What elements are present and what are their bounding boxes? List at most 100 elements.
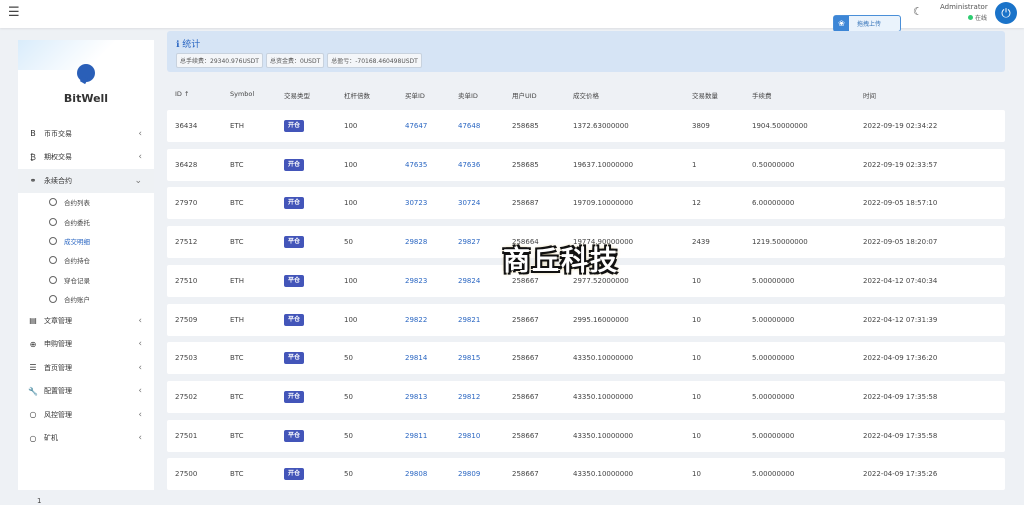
sidebar-subitem-trade-details[interactable]: 成交明细 [18, 231, 154, 250]
header-col-symbol: Symbol [230, 90, 255, 98]
cell-col-sell-order-id[interactable]: 47636 [458, 161, 480, 169]
sidebar-item-spot-trading[interactable]: B 币币交易 ‹ [18, 122, 154, 146]
sidebar-nav: B 币币交易 ‹ ₿ 期权交易 ‹ ⚭ 永续合约 ⌄ 合约列表 合约委托 成交明… [18, 122, 154, 450]
hamburger-icon[interactable]: ☰ [8, 5, 20, 20]
sidebar-item-subscription-management[interactable]: ⊕ 申购管理 ‹ [18, 332, 154, 356]
chevron-down-icon: ⌄ [134, 175, 142, 186]
cell-col-sell-order-id[interactable]: 29821 [458, 316, 480, 324]
sidebar-item-label: 申购管理 [44, 340, 72, 349]
sidebar-item-config-management[interactable]: 🔧 配置管理 ‹ [18, 379, 154, 403]
online-dot-icon [968, 15, 973, 20]
sidebar-item-perpetual-contracts[interactable]: ⚭ 永续合约 ⌄ [18, 169, 154, 193]
cell-col-fee: 1904.50000000 [752, 122, 808, 130]
circle-icon [49, 275, 57, 284]
sidebar-item-label: 风控管理 [44, 410, 72, 419]
upload-label: 拖拽上传 [857, 21, 882, 28]
cell-col-symbol: BTC [230, 354, 244, 363]
circle-icon [49, 198, 57, 207]
cell-col-buy-order-id[interactable]: 47647 [405, 122, 427, 130]
cell-col-symbol: BTC [230, 470, 244, 479]
sidebar-subitem-contract-list[interactable]: 合约列表 [18, 193, 154, 212]
table-row: 27509 ETH 平仓 100 29822 29821 258667 2995.160000… [167, 303, 1005, 336]
sidebar-item-risk-management[interactable]: ○ 风控管理 ‹ [18, 403, 154, 427]
cell-col-time: 2022-09-05 18:20:07 [863, 238, 938, 247]
cell-col-symbol: BTC [230, 199, 244, 208]
cell-col-id: 36428 [175, 160, 198, 169]
sidebar-page-number[interactable]: 1 [37, 497, 41, 505]
sidebar-subitem-contract-positions[interactable]: 合约持仓 [18, 251, 154, 270]
cell-col-quantity: 10 [692, 431, 701, 440]
cell-col-price: 1372.63000000 [573, 122, 629, 130]
drag-upload-button[interactable]: ❀ 拖拽上传 [833, 15, 901, 32]
chevron-left-icon: ‹ [138, 128, 142, 139]
sidebar-item-options-trading[interactable]: ₿ 期权交易 ‹ [18, 146, 154, 170]
table-row: 27503 BTC 平仓 50 29814 29815 258667 43350.100000… [167, 342, 1005, 375]
options-icon: ₿ [30, 152, 36, 162]
cell-col-id: 27509 [175, 315, 198, 324]
trade-type-badge: 平仓 [284, 313, 305, 326]
cell-col-id: 36434 [175, 122, 198, 130]
cell-col-price: 19637.10000000 [573, 160, 634, 169]
cell-col-sell-order-id[interactable]: 47648 [458, 122, 480, 130]
cell-col-price: 43350.10000000 [573, 470, 634, 479]
cell-col-buy-order-id[interactable]: 47635 [405, 161, 427, 169]
cell-col-user-uid: 258667 [512, 470, 539, 479]
cell-col-buy-order-id[interactable]: 29822 [405, 316, 427, 324]
cell-col-buy-order-id[interactable]: 29814 [405, 354, 427, 362]
cell-col-leverage: 50 [344, 470, 353, 479]
header-col-id[interactable]: ID ↑ [175, 90, 189, 98]
cell-col-buy-order-id[interactable]: 29828 [405, 238, 427, 246]
article-icon: ▤ [29, 316, 37, 326]
cell-col-leverage: 50 [344, 392, 353, 401]
cell-col-buy-order-id[interactable]: 30723 [405, 199, 427, 207]
trade-type-badge: 开仓 [284, 390, 305, 403]
cell-col-buy-order-id[interactable]: 29813 [405, 393, 427, 401]
cell-col-fee: 5.00000000 [752, 315, 795, 324]
sidebar-subitem-contract-account[interactable]: 合约账户 [18, 289, 154, 308]
cell-col-buy-order-id[interactable]: 29808 [405, 470, 427, 478]
cell-col-leverage: 50 [344, 354, 353, 363]
sidebar-subitem-liquidation-records[interactable]: 穿仓记录 [18, 270, 154, 289]
sidebar-item-label: 期权交易 [44, 153, 72, 162]
moon-icon[interactable]: ☾ [913, 5, 923, 18]
sidebar-subitem-label: 穿仓记录 [64, 276, 90, 285]
cell-col-sell-order-id[interactable]: 29815 [458, 354, 480, 362]
cell-col-symbol: ETH [230, 315, 244, 324]
cell-col-sell-order-id[interactable]: 29824 [458, 277, 480, 285]
trade-type-badge: 平仓 [284, 429, 305, 442]
cell-col-sell-order-id[interactable]: 29812 [458, 393, 480, 401]
sidebar-item-article-management[interactable]: ▤ 文章管理 ‹ [18, 309, 154, 333]
power-icon[interactable]: ⏻ [995, 2, 1017, 24]
cell-col-user-uid: 258685 [512, 160, 539, 169]
sidebar-subitem-contract-orders[interactable]: 合约委托 [18, 212, 154, 231]
chevron-left-icon: ‹ [138, 409, 142, 420]
cell-col-sell-order-id[interactable]: 29809 [458, 470, 480, 478]
cell-col-symbol: ETH [230, 276, 244, 285]
brand-name: BitWell [63, 92, 109, 105]
cell-col-price: 19709.10000000 [573, 199, 634, 208]
cell-col-id: 27501 [175, 431, 198, 440]
cell-col-time: 2022-04-09 17:35:26 [863, 470, 938, 479]
header-col-quantity: 交易数量 [692, 92, 718, 100]
cell-col-user-uid: 258667 [512, 392, 539, 401]
cell-col-user-uid: 258667 [512, 431, 539, 440]
table-row: 27501 BTC 平仓 50 29811 29810 258667 43350.100000… [167, 419, 1005, 452]
table-row: 36434 ETH 开仓 100 47647 47648 258685 1372.630000… [167, 110, 1005, 142]
cell-col-leverage: 50 [344, 238, 353, 247]
cell-col-quantity: 2439 [692, 238, 710, 247]
sidebar-item-homepage-management[interactable]: ☰ 首页管理 ‹ [18, 356, 154, 380]
sidebar-item-mining[interactable]: ○ 矿机 ‹ [18, 426, 154, 450]
stat-total-pnl: 总盈亏：-70168.460498USDT [327, 53, 422, 68]
cell-col-price: 2995.16000000 [573, 315, 629, 324]
cell-col-buy-order-id[interactable]: 29811 [405, 432, 427, 440]
admin-name[interactable]: Administrator [940, 3, 988, 11]
cell-col-sell-order-id[interactable]: 29810 [458, 432, 480, 440]
cell-col-buy-order-id[interactable]: 29823 [405, 277, 427, 285]
cell-col-id: 27503 [175, 354, 198, 363]
cell-col-sell-order-id[interactable]: 29827 [458, 238, 480, 246]
cell-col-quantity: 3809 [692, 122, 710, 130]
cell-col-user-uid: 258685 [512, 122, 539, 130]
header-col-fee: 手续费 [752, 92, 772, 100]
cell-col-sell-order-id[interactable]: 30724 [458, 199, 480, 207]
header-col-user-uid: 用户UID [512, 92, 537, 100]
